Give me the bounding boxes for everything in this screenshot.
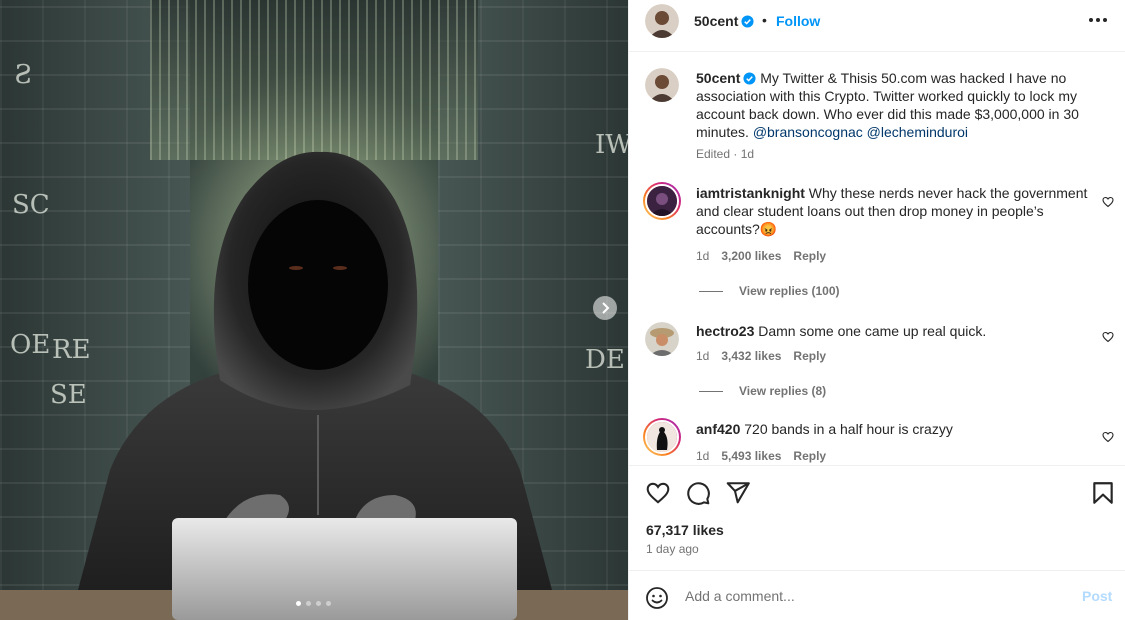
avatar-image xyxy=(645,4,679,38)
comment-meta: 1d 5,493 likes Reply xyxy=(696,449,826,463)
comment-username[interactable]: iamtristanknight xyxy=(696,185,805,201)
carousel-dot xyxy=(306,601,311,606)
comment-body: Damn some one came up real quick. xyxy=(758,323,987,339)
mention-link[interactable]: @lecheminduroi xyxy=(867,124,968,140)
more-options-icon[interactable] xyxy=(1089,17,1111,23)
verified-badge-icon xyxy=(741,15,754,28)
comment-bubble-icon[interactable] xyxy=(685,480,711,506)
comment-input[interactable] xyxy=(685,584,1065,608)
avatar-image xyxy=(645,68,679,102)
carousel-indicators xyxy=(296,601,331,606)
comment-age: 1d xyxy=(696,249,710,263)
comment-like-heart-icon[interactable] xyxy=(1102,331,1114,343)
author-username[interactable]: 50cent xyxy=(694,13,754,29)
comment-like-heart-icon[interactable] xyxy=(1102,431,1114,443)
avatar-image xyxy=(647,422,677,452)
comment-avatar[interactable] xyxy=(643,182,681,220)
comment-likes[interactable]: 3,432 likes xyxy=(721,349,781,363)
comment-username[interactable]: hectro23 xyxy=(696,323,754,339)
post-timestamp[interactable]: 1 day ago xyxy=(646,542,699,556)
chevron-right-icon xyxy=(602,302,610,314)
caption-author-avatar[interactable] xyxy=(645,68,679,102)
add-comment-bar: Post xyxy=(629,570,1125,620)
save-bookmark-icon[interactable] xyxy=(1090,480,1116,506)
post-comment-button[interactable]: Post xyxy=(1082,588,1112,604)
comment-text: anf420 720 bands in a half hour is crazy… xyxy=(696,420,1096,438)
comment-text: iamtristanknight Why these nerds never h… xyxy=(696,184,1096,238)
view-replies-line xyxy=(699,290,723,292)
verified-badge-icon xyxy=(743,72,756,85)
comment-avatar[interactable] xyxy=(645,322,679,356)
comment-meta: 1d 3,200 likes Reply xyxy=(696,249,826,263)
comment-like-heart-icon[interactable] xyxy=(1102,196,1114,208)
carousel-dot xyxy=(296,601,301,606)
share-paper-plane-icon[interactable] xyxy=(725,480,751,506)
emoji-smiley-icon[interactable] xyxy=(645,586,669,610)
author-avatar[interactable] xyxy=(645,4,679,38)
carousel-next-button[interactable] xyxy=(593,296,617,320)
caption-username[interactable]: 50cent xyxy=(696,70,740,86)
comment-reply-button[interactable]: Reply xyxy=(793,249,826,263)
view-replies-label[interactable]: View replies (8) xyxy=(739,384,826,398)
caption-meta: Edited · 1d xyxy=(696,147,755,161)
comment-username[interactable]: anf420 xyxy=(696,421,740,437)
comment-reply-button[interactable]: Reply xyxy=(793,449,826,463)
comment-age: 1d xyxy=(696,449,710,463)
avatar-image xyxy=(647,186,677,216)
post-image[interactable]: Ƨ SC OE RE SE IW DE xyxy=(0,0,628,620)
avatar-image xyxy=(645,322,679,356)
mention-link[interactable]: @bransoncognac xyxy=(753,124,863,140)
post-actions: 67,317 likes 1 day ago xyxy=(629,465,1125,570)
author-username-text[interactable]: 50cent xyxy=(694,13,738,29)
comment-likes[interactable]: 5,493 likes xyxy=(721,449,781,463)
carousel-dot xyxy=(316,601,321,606)
post-header: 50cent • Follow xyxy=(629,0,1125,52)
view-replies-line xyxy=(699,390,723,392)
follow-button[interactable]: Follow xyxy=(776,13,820,29)
instagram-post-modal: Ƨ SC OE RE SE IW DE 50cent • Follow 50ce… xyxy=(0,0,1125,620)
comment-reply-button[interactable]: Reply xyxy=(793,349,826,363)
comment-age: 1d xyxy=(696,349,710,363)
post-likes-count[interactable]: 67,317 likes xyxy=(646,522,724,538)
like-heart-icon[interactable] xyxy=(645,480,671,506)
caption-text: 50cent My Twitter & Thisis 50.com was ha… xyxy=(696,69,1110,141)
carousel-dot xyxy=(326,601,331,606)
header-separator: • xyxy=(762,12,767,28)
comment-text: hectro23 Damn some one came up real quic… xyxy=(696,322,1096,340)
comment-body: 720 bands in a half hour is crazyy xyxy=(744,421,953,437)
view-replies-button[interactable]: View replies (100) xyxy=(699,284,840,298)
hooded-figure-illustration xyxy=(0,151,628,620)
comment-meta: 1d 3,432 likes Reply xyxy=(696,349,826,363)
view-replies-button[interactable]: View replies (8) xyxy=(699,384,826,398)
view-replies-label[interactable]: View replies (100) xyxy=(739,284,840,298)
comment-avatar[interactable] xyxy=(643,418,681,456)
comment-likes[interactable]: 3,200 likes xyxy=(721,249,781,263)
post-side-panel: 50cent • Follow 50cent My Twitter & This… xyxy=(628,0,1125,620)
